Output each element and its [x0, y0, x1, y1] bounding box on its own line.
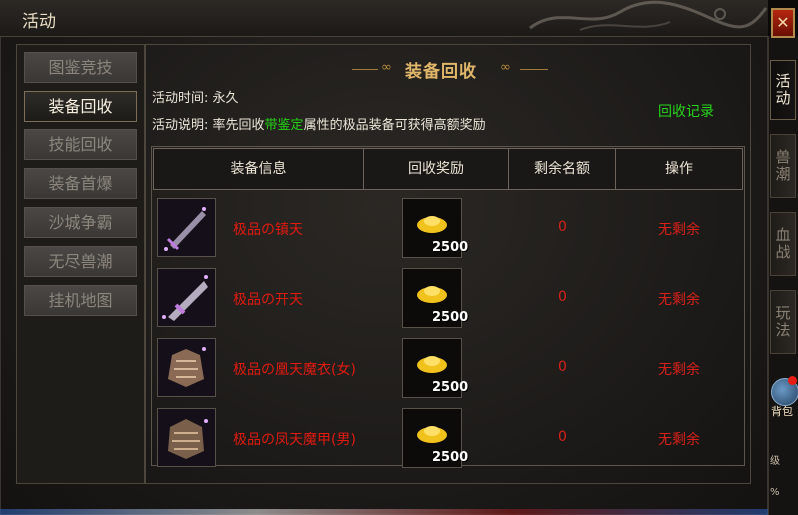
heading-divider-left — [352, 69, 378, 70]
action-status[interactable]: 无剩余 — [658, 289, 700, 309]
header-remaining-slots: 剩余名额 — [508, 148, 616, 190]
nav-equipment-recycle[interactable]: 装备回收 — [24, 91, 137, 122]
header-recycle-reward: 回收奖励 — [363, 148, 509, 190]
side-tab-beast-tide[interactable]: 兽潮 — [770, 134, 796, 198]
heading-swirl-right-icon: ∞ — [500, 60, 511, 75]
dragon-ornament-icon — [529, 0, 768, 31]
activity-time: 活动时间: 永久 — [152, 87, 239, 106]
side-tab-blood-battle[interactable]: 血战 — [770, 212, 796, 276]
remaining-count: 0 — [558, 429, 567, 445]
panel-heading: 装备回收 — [405, 62, 477, 82]
remaining-count: 0 — [558, 219, 567, 235]
activity-desc-highlight: 带鉴定 — [264, 118, 304, 133]
nav-castle-war[interactable]: 沙城争霸 — [24, 207, 137, 238]
reward-count: 2500 — [432, 310, 469, 325]
notification-dot — [788, 376, 797, 385]
reward-count: 2500 — [432, 380, 469, 395]
item-name: 极品の开天 — [233, 292, 303, 308]
activity-desc-label: 活动说明: — [152, 118, 209, 133]
action-status[interactable]: 无剩余 — [658, 429, 700, 449]
action-status[interactable]: 无剩余 — [658, 359, 700, 379]
armor-icon[interactable] — [157, 408, 216, 467]
activity-time-label: 活动时间: — [152, 91, 209, 106]
sword-icon[interactable] — [157, 198, 216, 257]
nav-illustrated-arena[interactable]: 图鉴竞技 — [24, 52, 137, 83]
blade-icon[interactable] — [157, 268, 216, 327]
heading-swirl-left-icon: ∞ — [381, 60, 392, 75]
title-bar: 活动 — [0, 0, 768, 37]
armor-icon[interactable] — [157, 338, 216, 397]
nav-idle-map[interactable]: 挂机地图 — [24, 285, 137, 316]
activity-description: 活动说明: 率先回收带鉴定属性的极品装备可获得高额奖励 — [152, 114, 486, 133]
bag-label: 背包 — [771, 405, 793, 418]
item-name: 极品の凰天魔衣(女) — [233, 362, 356, 378]
item-name: 极品の凤天魔甲(男) — [233, 432, 356, 448]
activity-desc-suffix: 属性的极品装备可获得高额奖励 — [303, 118, 486, 133]
side-tab-activity[interactable]: 活动 — [770, 60, 796, 120]
nav-endless-beast[interactable]: 无尽兽潮 — [24, 246, 137, 277]
item-name: 极品の镇天 — [233, 222, 303, 238]
percent-label: % — [770, 487, 780, 498]
remaining-count: 0 — [558, 289, 567, 305]
action-status[interactable]: 无剩余 — [658, 219, 700, 239]
heading-divider-right — [520, 69, 548, 70]
nav-first-drop[interactable]: 装备首爆 — [24, 168, 137, 199]
recycle-record-link[interactable]: 回收记录 — [658, 101, 714, 121]
nav-skill-recycle[interactable]: 技能回收 — [24, 129, 137, 160]
header-action: 操作 — [615, 148, 743, 190]
remaining-count: 0 — [558, 359, 567, 375]
reward-count: 2500 — [432, 240, 469, 255]
bottom-hud-edge — [0, 509, 768, 515]
activity-desc-prefix: 率先回收 — [212, 118, 265, 133]
reward-count: 2500 — [432, 450, 469, 465]
close-button[interactable]: ✕ — [771, 8, 795, 38]
activity-time-value: 永久 — [212, 91, 239, 106]
header-equipment-info: 装备信息 — [153, 148, 364, 190]
level-label: 级 — [770, 456, 780, 467]
window-title: 活动 — [22, 12, 56, 32]
side-tab-gameplay[interactable]: 玩法 — [770, 290, 796, 354]
